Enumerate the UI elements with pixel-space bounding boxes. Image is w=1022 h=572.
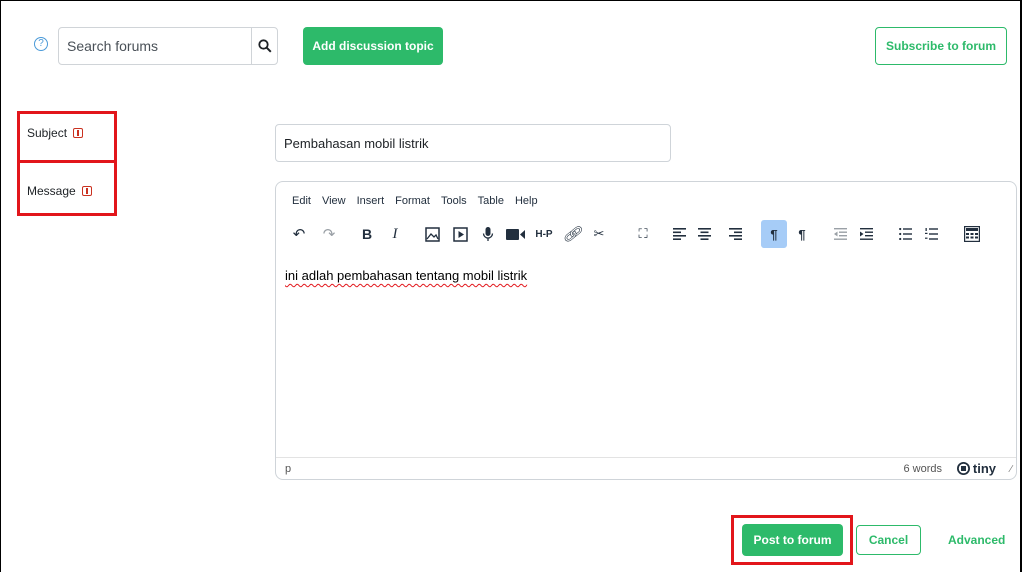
editor-content-area[interactable]: ini adlah pembahasan tentang mobil listr… [276, 258, 1016, 459]
menu-tools[interactable]: Tools [441, 195, 467, 207]
search-box [58, 27, 278, 65]
editor-content-text: ini adlah pembahasan tentang mobil listr… [285, 268, 528, 283]
indent-icon[interactable] [856, 220, 876, 248]
required-icon [73, 128, 84, 138]
menu-format[interactable]: Format [395, 195, 430, 207]
editor-toolbar: ↶ ↷ B I H-P 🔗︎ ✂︎ ⛶ ¶ ¶ [276, 220, 1016, 248]
video-camera-icon[interactable] [504, 220, 528, 248]
align-center-icon[interactable] [694, 220, 714, 248]
numbered-list-icon[interactable] [921, 220, 941, 248]
help-icon[interactable]: ? [34, 37, 48, 51]
subscribe-forum-button[interactable]: Subscribe to forum [875, 27, 1007, 65]
post-to-forum-button[interactable]: Post to forum [742, 524, 843, 556]
search-icon [257, 39, 272, 53]
editor-menubar: Edit View Insert Format Tools Table Help [292, 195, 549, 207]
subject-label-text: Subject [27, 126, 68, 140]
advanced-link[interactable]: Advanced [948, 533, 1005, 547]
tiny-brand[interactable]: tiny [956, 461, 996, 476]
redo-icon[interactable]: ↷ [318, 220, 340, 248]
tiny-logo-icon [956, 462, 970, 475]
search-button[interactable] [251, 28, 277, 64]
required-icon [81, 186, 92, 196]
undo-icon[interactable]: ↶ [288, 220, 310, 248]
menu-insert[interactable]: Insert [357, 195, 385, 207]
menu-view[interactable]: View [322, 195, 346, 207]
message-editor: Edit View Insert Format Tools Table Help… [275, 181, 1017, 480]
italic-icon[interactable]: I [384, 220, 406, 248]
resize-handle-icon[interactable]: ∕ [1010, 464, 1012, 475]
element-path[interactable]: p [285, 463, 291, 475]
calculator-icon[interactable] [961, 220, 983, 248]
outdent-icon[interactable] [830, 220, 850, 248]
message-label: Message [27, 184, 92, 198]
word-count[interactable]: 6 words [903, 463, 942, 475]
subject-label: Subject [27, 126, 84, 140]
search-input[interactable] [59, 28, 252, 64]
bold-icon[interactable]: B [356, 220, 378, 248]
editor-statusbar: p 6 words tiny ∕ [276, 457, 1016, 479]
tiny-brand-text: tiny [972, 461, 996, 476]
subject-input[interactable] [275, 124, 671, 162]
microphone-icon[interactable] [478, 220, 498, 248]
menu-help[interactable]: Help [515, 195, 538, 207]
ltr-direction-icon[interactable]: ¶ [761, 220, 787, 248]
link-icon[interactable]: 🔗︎ [562, 220, 582, 248]
rtl-direction-icon[interactable]: ¶ [791, 220, 813, 248]
menu-table[interactable]: Table [478, 195, 504, 207]
media-icon[interactable] [449, 220, 471, 248]
align-left-icon[interactable] [669, 220, 689, 248]
bullet-list-icon[interactable] [895, 220, 915, 248]
add-discussion-topic-button[interactable]: Add discussion topic [303, 27, 443, 65]
cancel-button[interactable]: Cancel [856, 525, 921, 555]
image-icon[interactable] [421, 220, 443, 248]
fullscreen-icon[interactable]: ⛶ [632, 220, 654, 248]
h5p-icon[interactable]: H-P [532, 220, 556, 248]
message-label-text: Message [27, 184, 76, 198]
unlink-icon[interactable]: ✂︎ [589, 220, 609, 248]
menu-edit[interactable]: Edit [292, 195, 311, 207]
align-right-icon[interactable] [725, 220, 745, 248]
